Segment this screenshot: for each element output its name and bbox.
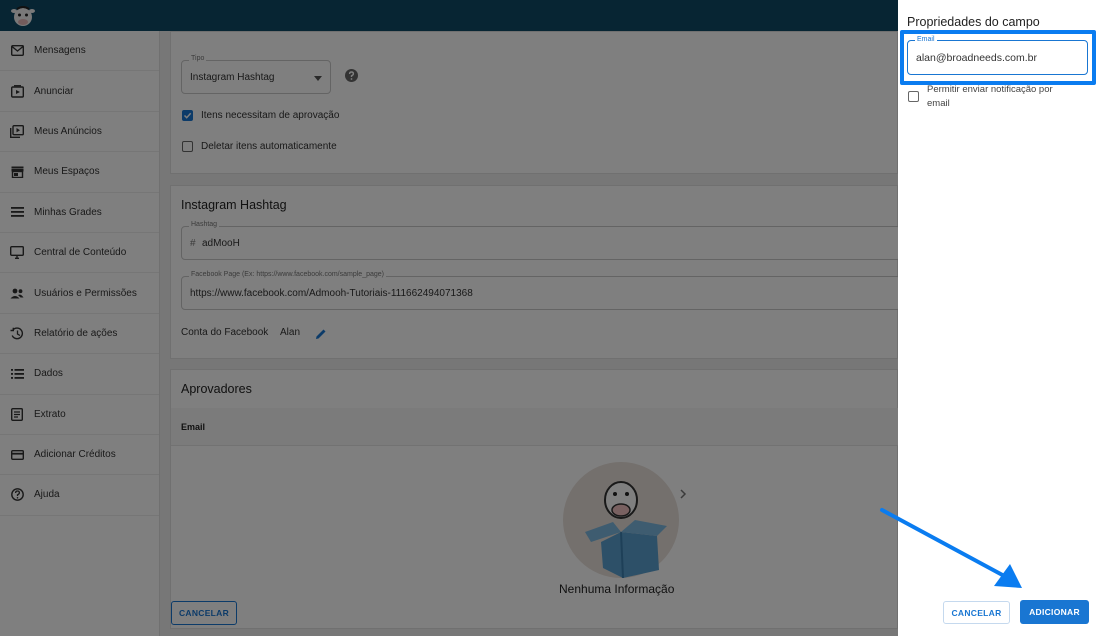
sidebar-item-minhas-grades[interactable]: Minhas Grades xyxy=(0,193,159,233)
panel-title: Propriedades do campo xyxy=(907,15,1040,29)
email-field[interactable]: Email xyxy=(907,36,1088,75)
hashtag-prefix: # xyxy=(190,238,196,249)
sidebar-item-dados[interactable]: Dados xyxy=(0,354,159,395)
sidebar-item-label: Meus Anúncios xyxy=(34,125,102,137)
empty-box-cow-illustration-icon xyxy=(563,462,687,579)
hashtag-label: Hashtag xyxy=(189,221,220,228)
approvers-title: Aprovadores xyxy=(181,382,252,396)
approvers-table-header: Email xyxy=(171,408,899,446)
sidebar-item-central-de-conteudo[interactable]: Central de Conteúdo xyxy=(0,233,159,274)
receipt-icon xyxy=(10,407,24,421)
sidebar: Mensagens Anunciar Meus Anúncios Meus Es… xyxy=(0,31,160,636)
card-icon xyxy=(10,448,24,462)
notify-email-label: Permitir enviar notificação por email xyxy=(927,84,1053,109)
mail-icon xyxy=(10,44,24,58)
sidebar-item-label: Usuários e Permissões xyxy=(34,287,137,299)
sidebar-item-label: Mensagens xyxy=(34,45,86,57)
sidebar-item-adicionar-creditos[interactable]: Adicionar Créditos xyxy=(0,435,159,476)
sidebar-item-anunciar[interactable]: Anunciar xyxy=(0,71,159,112)
delete-label: Deletar itens automaticamente xyxy=(201,141,337,152)
check-icon xyxy=(183,112,192,119)
add-button[interactable]: ADICIONAR xyxy=(1020,600,1089,624)
pencil-icon[interactable] xyxy=(315,328,327,340)
tipo-value: Instagram Hashtag xyxy=(190,72,275,83)
facebook-account-value: Alan xyxy=(280,327,301,338)
facebook-page-value: https://www.facebook.com/Admooh-Tutoriai… xyxy=(190,288,473,299)
lines-icon xyxy=(10,205,24,219)
sidebar-item-label: Meus Espaços xyxy=(34,166,100,178)
sidebar-item-extrato[interactable]: Extrato xyxy=(0,395,159,435)
notify-email-checkbox[interactable] xyxy=(908,91,919,102)
sidebar-item-relatorio-de-acoes[interactable]: Relatório de ações xyxy=(0,314,159,355)
sidebar-item-usuarios-e-permissoes[interactable]: Usuários e Permissões xyxy=(0,273,159,314)
approvers-card: Aprovadores Email Nenhuma Informação xyxy=(170,369,899,629)
sidebar-item-label: Central de Conteúdo xyxy=(34,247,127,259)
cow-logo-icon[interactable] xyxy=(10,3,36,29)
sidebar-item-ajuda[interactable]: Ajuda xyxy=(0,475,159,516)
main-content: Tipo Instagram Hashtag Itens necessitam … xyxy=(160,31,901,636)
delete-checkbox[interactable] xyxy=(182,141,193,152)
email-input[interactable] xyxy=(916,52,1076,64)
sidebar-item-mensagens[interactable]: Mensagens xyxy=(0,31,159,72)
store-icon xyxy=(10,165,24,179)
sidebar-item-label: Ajuda xyxy=(34,489,60,501)
caret-down-icon xyxy=(314,76,322,81)
hashtag-value: adMooH xyxy=(202,238,240,249)
tipo-select[interactable]: Tipo Instagram Hashtag xyxy=(181,55,331,94)
sidebar-item-label: Minhas Grades xyxy=(34,206,102,218)
help-icon xyxy=(10,488,24,502)
instagram-hashtag-card: Instagram Hashtag Hashtag # adMooH Faceb… xyxy=(170,185,901,359)
tipo-label: Tipo xyxy=(189,55,207,62)
sidebar-item-meus-anuncios[interactable]: Meus Anúncios xyxy=(0,112,159,153)
facebook-page-label: Facebook Page (Ex: https://www.facebook.… xyxy=(189,271,386,278)
users-icon xyxy=(10,286,24,300)
sidebar-item-label: Adicionar Créditos xyxy=(34,449,116,461)
facebook-page-field[interactable]: Facebook Page (Ex: https://www.facebook.… xyxy=(181,271,901,310)
list-icon xyxy=(10,367,24,381)
sidebar-item-meus-espacos[interactable]: Meus Espaços xyxy=(0,152,159,193)
approval-checkbox[interactable] xyxy=(182,110,193,121)
approval-label: Itens necessitam de aprovação xyxy=(201,110,340,121)
instagram-hashtag-title: Instagram Hashtag xyxy=(181,198,287,212)
sidebar-item-label: Relatório de ações xyxy=(34,327,118,339)
play-box-icon xyxy=(10,84,24,98)
column-email: Email xyxy=(181,422,206,432)
play-stack-icon xyxy=(10,124,24,138)
email-label: Email xyxy=(915,36,937,43)
facebook-account-label: Conta do Facebook xyxy=(181,327,269,338)
main-cancel-button[interactable]: CANCELAR xyxy=(171,601,237,625)
monitor-icon xyxy=(10,246,24,260)
sidebar-item-label: Extrato xyxy=(34,408,66,420)
panel-cancel-button[interactable]: CANCELAR xyxy=(943,601,1010,624)
general-settings-card: Tipo Instagram Hashtag Itens necessitam … xyxy=(170,31,898,174)
help-circle-icon[interactable] xyxy=(345,69,358,82)
empty-state-text: Nenhuma Informação xyxy=(559,582,675,596)
sidebar-item-label: Anunciar xyxy=(34,85,74,97)
history-icon xyxy=(10,326,24,340)
sidebar-item-label: Dados xyxy=(34,368,63,380)
hashtag-field[interactable]: Hashtag # adMooH xyxy=(181,221,901,260)
